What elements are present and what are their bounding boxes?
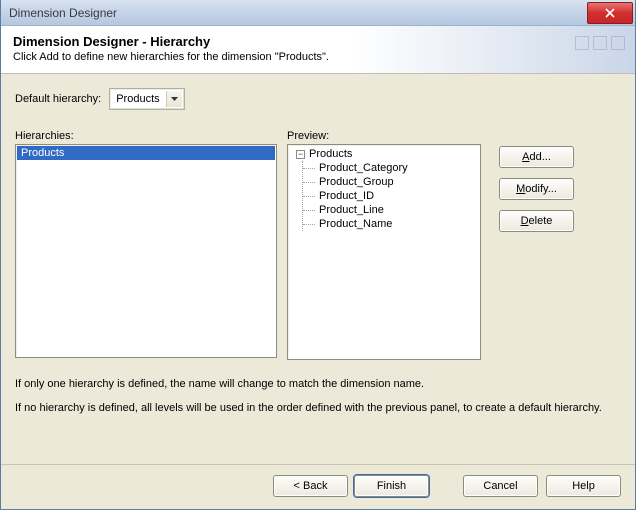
close-button[interactable] [587,2,633,24]
finish-button[interactable]: Finish [354,475,429,497]
wizard-footer: < Back Finish Cancel Help [1,464,635,509]
add-button[interactable]: Add... [499,146,574,168]
default-hierarchy-value: Products [116,93,159,105]
tree-leaf[interactable]: Product_Line [303,203,478,217]
default-hierarchy-row: Default hierarchy: Products [15,88,621,110]
hierarchies-label: Hierarchies: [15,130,277,142]
delete-button[interactable]: Delete [499,210,574,232]
note-line-1: If only one hierarchy is defined, the na… [15,376,621,394]
window-title: Dimension Designer [9,6,587,20]
wizard-header: Dimension Designer - Hierarchy Click Add… [1,26,635,74]
side-buttons: Add... Modify... Delete [499,146,574,232]
chevron-down-icon [166,91,182,107]
default-hierarchy-label: Default hierarchy: [15,93,101,105]
tree-leaf[interactable]: Product_Category [303,161,478,175]
titlebar: Dimension Designer [1,0,635,26]
tree-leaf[interactable]: Product_Name [303,217,478,231]
preview-label: Preview: [287,130,481,142]
default-hierarchy-combo[interactable]: Products [109,88,184,110]
tree-leaf[interactable]: Product_ID [303,189,478,203]
close-icon [605,8,615,18]
preview-column: Preview: − Products Product_Category Pro… [287,130,481,360]
dialog-window: Dimension Designer Dimension Designer - … [0,0,636,510]
notes: If only one hierarchy is defined, the na… [15,376,621,417]
page-subtitle: Click Add to define new hierarchies for … [13,51,623,63]
tree-root[interactable]: − Products [290,147,478,161]
wizard-body: Default hierarchy: Products Hierarchies:… [1,74,635,464]
preview-tree[interactable]: − Products Product_Category Product_Grou… [287,144,481,360]
hierarchies-column: Hierarchies: Products [15,130,277,358]
back-button[interactable]: < Back [273,475,348,497]
note-line-2: If no hierarchy is defined, all levels w… [15,400,621,418]
modify-button[interactable]: Modify... [499,178,574,200]
list-item[interactable]: Products [17,146,275,160]
help-button[interactable]: Help [546,475,621,497]
cancel-button[interactable]: Cancel [463,475,538,497]
tree-children: Product_Category Product_Group Product_I… [302,161,478,231]
collapse-icon[interactable]: − [296,150,305,159]
tree-leaf[interactable]: Product_Group [303,175,478,189]
page-title: Dimension Designer - Hierarchy [13,34,623,49]
tree-root-label: Products [309,148,352,160]
header-decoration [575,36,625,50]
lists-row: Hierarchies: Products Preview: − Product… [15,130,621,360]
hierarchies-listbox[interactable]: Products [15,144,277,358]
